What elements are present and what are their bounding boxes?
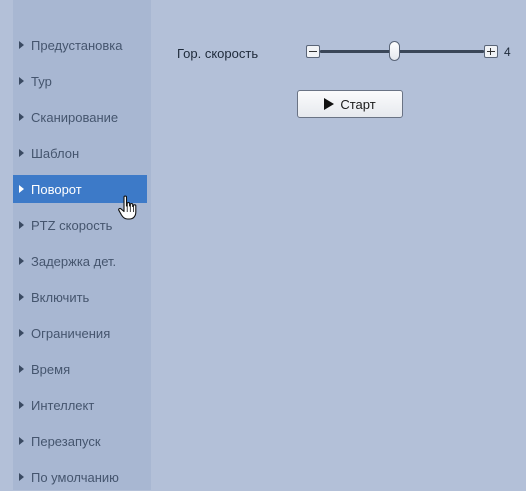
right-triangle-icon bbox=[19, 77, 24, 85]
sidebar-item-limits[interactable]: Ограничения bbox=[13, 319, 147, 347]
sidebar-item-label: Шаблон bbox=[31, 145, 80, 161]
sidebar-item-time-task[interactable]: Время bbox=[13, 355, 147, 383]
sidebar-item-tour[interactable]: Тур bbox=[13, 67, 147, 95]
right-triangle-icon bbox=[19, 401, 24, 409]
sidebar-item-label: Время bbox=[31, 361, 71, 377]
right-triangle-icon bbox=[19, 473, 24, 481]
sidebar-item-ptz-speed[interactable]: PTZ скорость bbox=[13, 211, 147, 239]
pan-settings-content: Гор. скорость 4 Старт bbox=[151, 0, 526, 490]
ptz-settings-panel: Предустановка Тур Сканирование Шаблон По… bbox=[0, 0, 526, 490]
right-triangle-icon bbox=[19, 149, 24, 157]
right-triangle-icon bbox=[19, 113, 24, 121]
sidebar-menu: Предустановка Тур Сканирование Шаблон По… bbox=[13, 0, 151, 490]
right-triangle-icon bbox=[19, 329, 24, 337]
start-button[interactable]: Старт bbox=[297, 90, 403, 118]
speed-value: 4 bbox=[504, 45, 511, 59]
sidebar-item-power-up[interactable]: Включить bbox=[13, 283, 147, 311]
sidebar-item-restart[interactable]: Перезапуск bbox=[13, 427, 147, 455]
start-button-label: Старт bbox=[340, 96, 376, 112]
sidebar-item-intelligent[interactable]: Интеллект bbox=[13, 391, 147, 419]
play-icon bbox=[324, 98, 335, 110]
sidebar-item-preset[interactable]: Предустановка bbox=[13, 31, 147, 59]
sidebar-item-label: PTZ скорость bbox=[31, 217, 113, 233]
speed-decrease-button[interactable] bbox=[306, 45, 320, 58]
slider-handle[interactable] bbox=[389, 41, 400, 61]
right-triangle-icon bbox=[19, 185, 24, 193]
right-triangle-icon bbox=[19, 221, 24, 229]
pan-speed-slider[interactable] bbox=[320, 50, 484, 53]
right-triangle-icon bbox=[19, 293, 24, 301]
sidebar-item-label: Сканирование bbox=[31, 109, 119, 125]
sidebar-item-label: Интеллект bbox=[31, 397, 95, 413]
sidebar-item-label: Включить bbox=[31, 289, 90, 305]
pan-speed-label: Гор. скорость bbox=[177, 46, 259, 61]
sidebar-item-label: По умолчанию bbox=[31, 469, 119, 485]
right-triangle-icon bbox=[19, 41, 24, 49]
sidebar-item-label: Задержка дет. bbox=[31, 253, 117, 269]
sidebar-item-label: Предустановка bbox=[31, 37, 123, 53]
sidebar-item-pattern[interactable]: Шаблон bbox=[13, 139, 147, 167]
sidebar-item-label: Поворот bbox=[31, 181, 82, 197]
right-triangle-icon bbox=[19, 365, 24, 373]
right-triangle-icon bbox=[19, 257, 24, 265]
sidebar-item-default[interactable]: По умолчанию bbox=[13, 463, 147, 491]
sidebar-item-scan[interactable]: Сканирование bbox=[13, 103, 147, 131]
speed-increase-button[interactable] bbox=[484, 45, 498, 58]
sidebar-item-label: Ограничения bbox=[31, 325, 111, 341]
right-triangle-icon bbox=[19, 437, 24, 445]
sidebar-item-label: Перезапуск bbox=[31, 433, 101, 449]
sidebar-item-idle-delay[interactable]: Задержка дет. bbox=[13, 247, 147, 275]
sidebar-item-label: Тур bbox=[31, 73, 52, 89]
sidebar-item-pan[interactable]: Поворот bbox=[13, 175, 147, 203]
